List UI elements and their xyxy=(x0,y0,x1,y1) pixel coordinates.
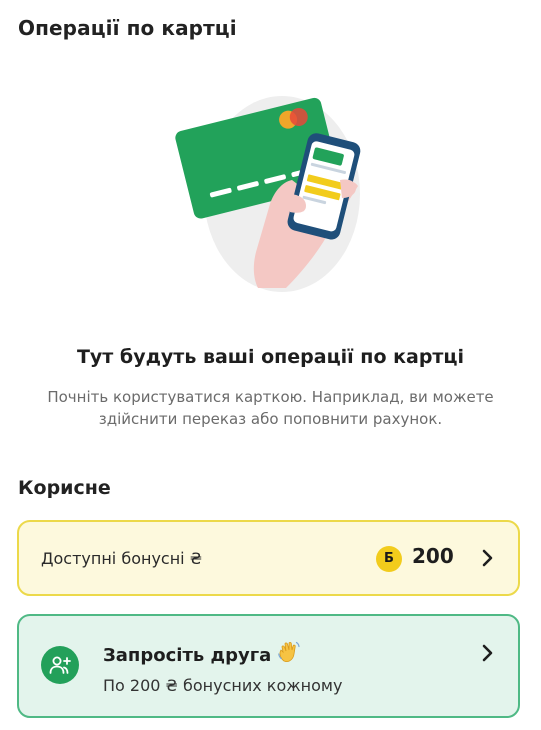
empty-state-text: Почніть користуватися карткою. Наприклад… xyxy=(0,386,541,430)
bonus-coin-icon: Б xyxy=(376,546,402,572)
invite-friend-title: Запросіть друга xyxy=(103,640,301,666)
add-user-icon xyxy=(41,646,79,684)
empty-state-text-line: Почніть користуватися карткою. Наприклад… xyxy=(47,388,494,406)
useful-section-title: Корисне xyxy=(18,477,111,499)
empty-state-title: Тут будуть ваші операції по картці xyxy=(76,346,465,368)
invite-friend-subtitle: По 200 ₴ бонусних кожному xyxy=(103,676,343,695)
chevron-right-icon xyxy=(482,644,493,662)
empty-state-text-line: здійснити переказ або поповнити рахунок. xyxy=(98,410,443,428)
bonus-label: Доступні бонусні ₴ xyxy=(41,549,203,568)
invite-friend-title-text: Запросіть друга xyxy=(103,645,272,666)
waving-hand-icon xyxy=(278,641,300,663)
available-bonuses-card[interactable]: Доступні бонусні ₴ Б 200 xyxy=(17,520,520,596)
card-and-phone-illustration xyxy=(170,82,380,297)
bonus-value: 200 xyxy=(412,544,454,568)
invite-friend-card[interactable]: Запросіть друга По 200 ₴ бонусних кожном… xyxy=(17,614,520,718)
page-title: Операції по картці xyxy=(18,16,237,40)
chevron-right-icon xyxy=(482,549,493,567)
